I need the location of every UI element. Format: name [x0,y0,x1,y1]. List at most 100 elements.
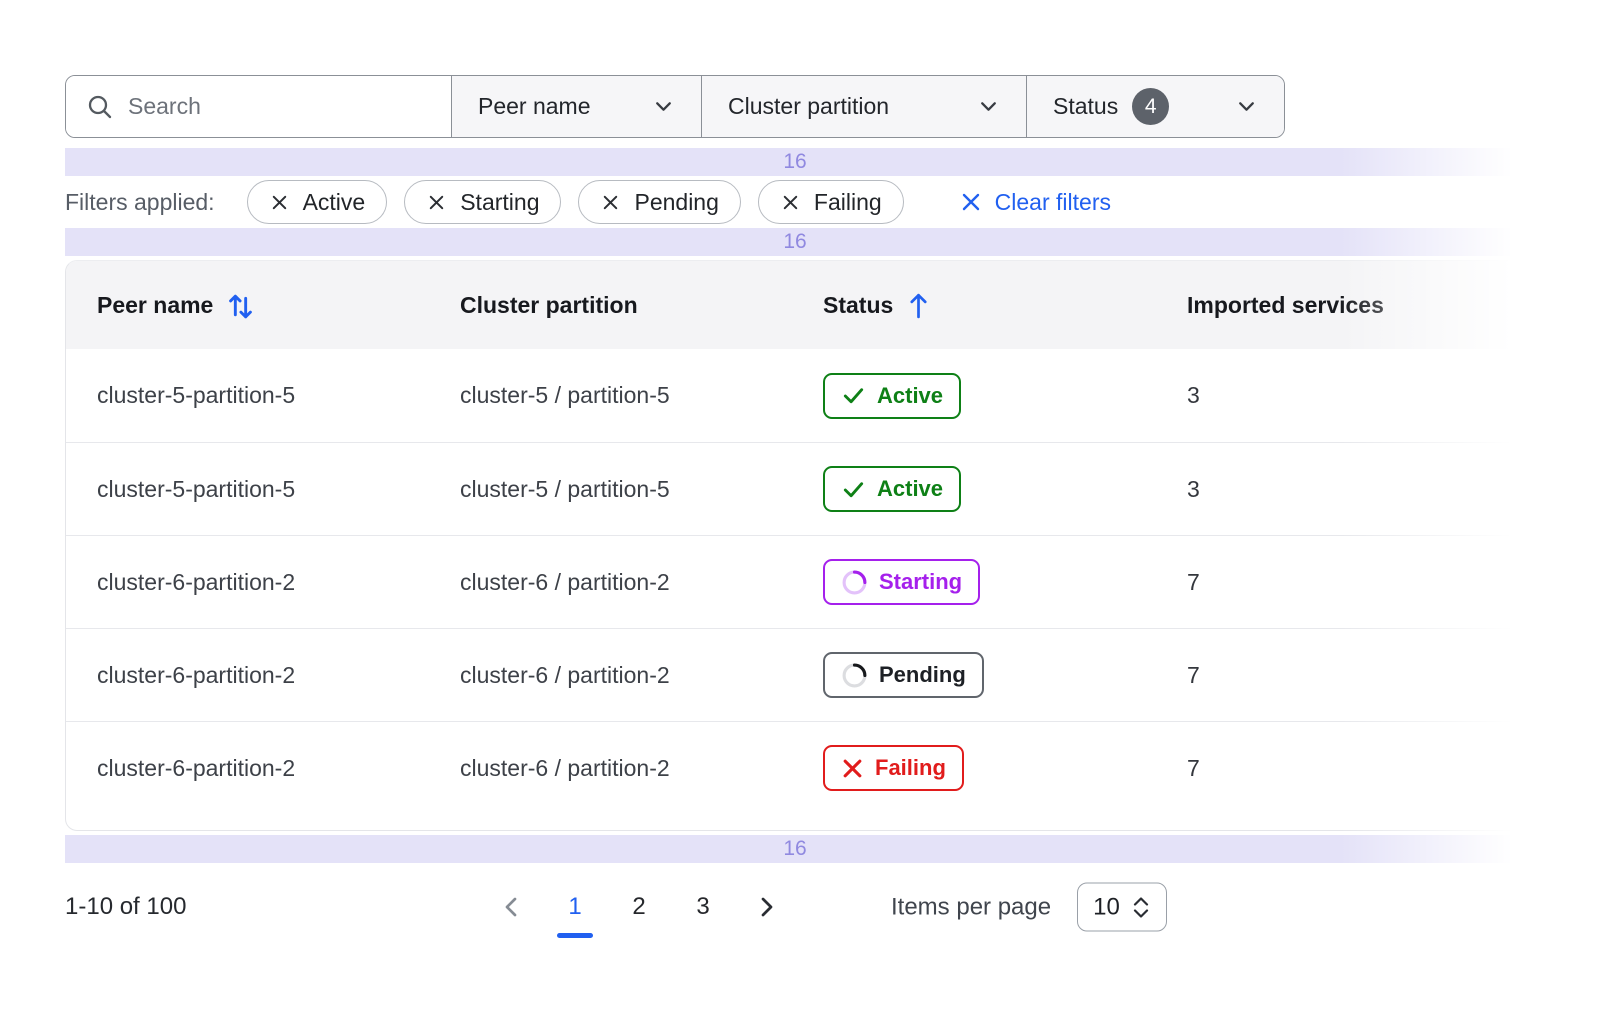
column-header-label: Status [823,292,893,319]
cell-cluster-partition: cluster-6 / partition-2 [460,755,823,782]
spacing-marker-band: 16 [65,835,1525,863]
chevron-right-icon [756,893,778,921]
pagination-bar: 1-10 of 100 123 Items per page 10 [65,879,1525,935]
spacing-marker-value: 16 [783,150,806,174]
filter-chip-label: Active [303,189,366,216]
status-badge: Failing [823,745,964,791]
page-number-2[interactable]: 2 [617,885,661,929]
stepper-chevrons-icon [1131,894,1151,920]
sort-both-icon[interactable] [225,290,256,321]
spacing-marker-band: 16 [65,148,1525,176]
cell-peer-name: cluster-5-partition-5 [97,382,460,409]
column-header-peer-name[interactable]: Peer name [97,290,460,321]
page-numbers: 123 [543,885,735,929]
table-row[interactable]: cluster-6-partition-2 cluster-6 / partit… [66,628,1525,721]
cell-imported-services: 3 [1187,476,1525,503]
column-header-cluster-partition[interactable]: Cluster partition [460,292,823,319]
cell-cluster-partition: cluster-5 / partition-5 [460,382,823,409]
chevron-down-icon [652,95,675,118]
table-row[interactable]: cluster-5-partition-5 cluster-5 / partit… [66,442,1525,535]
chip-remove-x-icon[interactable] [426,192,447,213]
column-header-imported-services[interactable]: Imported services [1187,292,1525,319]
chevron-down-icon [977,95,1000,118]
table-row[interactable]: cluster-5-partition-5 cluster-5 / partit… [66,349,1525,442]
spacing-marker-band: 16 [65,228,1525,256]
page-content: Peer name Cluster partition Status 4 16 … [65,75,1525,935]
filter-chips: Active Starting Pending Failing [247,180,904,224]
column-header-label: Imported services [1187,292,1384,319]
next-page-button[interactable] [745,885,789,929]
previous-page-button[interactable] [489,885,533,929]
cell-imported-services: 7 [1187,569,1525,596]
filter-chip-label: Pending [634,189,718,216]
cell-cluster-partition: cluster-6 / partition-2 [460,569,823,596]
table-row[interactable]: cluster-6-partition-2 cluster-6 / partit… [66,535,1525,628]
items-per-page-value: 10 [1093,893,1120,921]
filter-chip-label: Starting [460,189,539,216]
peers-table: Peer name Cluster partition Status [65,260,1525,831]
clear-filters-label: Clear filters [995,189,1111,216]
sort-ascending-icon[interactable] [905,291,932,320]
cell-status: Starting [823,559,1187,605]
clear-filters-link[interactable]: Clear filters [960,189,1111,216]
status-filter-count-badge: 4 [1132,88,1169,125]
cluster-partition-filter-label: Cluster partition [728,93,889,120]
table-header-row: Peer name Cluster partition Status [66,261,1525,349]
column-header-label: Peer name [97,292,213,319]
filters-applied-row: Filters applied: Active Starting Pending… [65,176,1525,228]
status-badge: Active [823,466,961,512]
status-filter-dropdown[interactable]: Status 4 [1026,76,1284,137]
chip-remove-x-icon[interactable] [600,192,621,213]
column-header-status[interactable]: Status [823,291,1187,320]
cell-peer-name: cluster-6-partition-2 [97,569,460,596]
x-icon [841,757,864,780]
cluster-partition-filter-dropdown[interactable]: Cluster partition [701,76,1026,137]
items-per-page-control: Items per page 10 [891,883,1167,932]
check-icon [841,383,866,408]
pager: 123 [479,879,799,935]
cell-status: Pending [823,652,1187,698]
spinner-icon [841,569,868,596]
cell-cluster-partition: cluster-6 / partition-2 [460,662,823,689]
filter-chip[interactable]: Starting [404,180,561,224]
status-badge-label: Starting [879,569,962,595]
status-badge: Pending [823,652,984,698]
page-number-3[interactable]: 3 [681,885,725,929]
check-icon [841,477,866,502]
spinner-icon [841,662,868,689]
peer-name-filter-dropdown[interactable]: Peer name [451,76,701,137]
cell-peer-name: cluster-5-partition-5 [97,476,460,503]
table-row[interactable]: cluster-6-partition-2 cluster-6 / partit… [66,721,1525,814]
chevron-left-icon [500,893,522,921]
items-per-page-select[interactable]: 10 [1077,883,1167,932]
filter-chip[interactable]: Failing [758,180,904,224]
search-input[interactable] [128,93,431,120]
spacing-marker-value: 16 [783,837,806,861]
status-badge-label: Active [877,476,943,502]
status-badge-label: Pending [879,662,966,688]
search-box[interactable] [66,76,451,137]
status-filter-label: Status [1053,93,1118,120]
pagination-range-label: 1-10 of 100 [65,893,186,921]
cell-status: Failing [823,745,1187,791]
column-header-label: Cluster partition [460,292,638,319]
page-number-1[interactable]: 1 [553,885,597,929]
clear-filters-x-icon [960,191,982,213]
cell-imported-services: 3 [1187,382,1525,409]
filter-chip[interactable]: Pending [578,180,740,224]
table-body: cluster-5-partition-5 cluster-5 / partit… [66,349,1525,830]
search-icon [86,93,114,121]
peer-name-filter-label: Peer name [478,93,591,120]
cell-status: Active [823,373,1187,419]
cell-peer-name: cluster-6-partition-2 [97,662,460,689]
spacing-marker-value: 16 [783,230,806,254]
filters-applied-label: Filters applied: [65,189,215,216]
chip-remove-x-icon[interactable] [269,192,290,213]
chip-remove-x-icon[interactable] [780,192,801,213]
peered-clusters-page: Peer name Cluster partition Status 4 16 … [0,0,1618,1010]
filter-toolbar: Peer name Cluster partition Status 4 [65,75,1285,138]
status-badge-label: Failing [875,755,946,781]
status-badge-label: Active [877,383,943,409]
filter-chip[interactable]: Active [247,180,388,224]
cell-cluster-partition: cluster-5 / partition-5 [460,476,823,503]
